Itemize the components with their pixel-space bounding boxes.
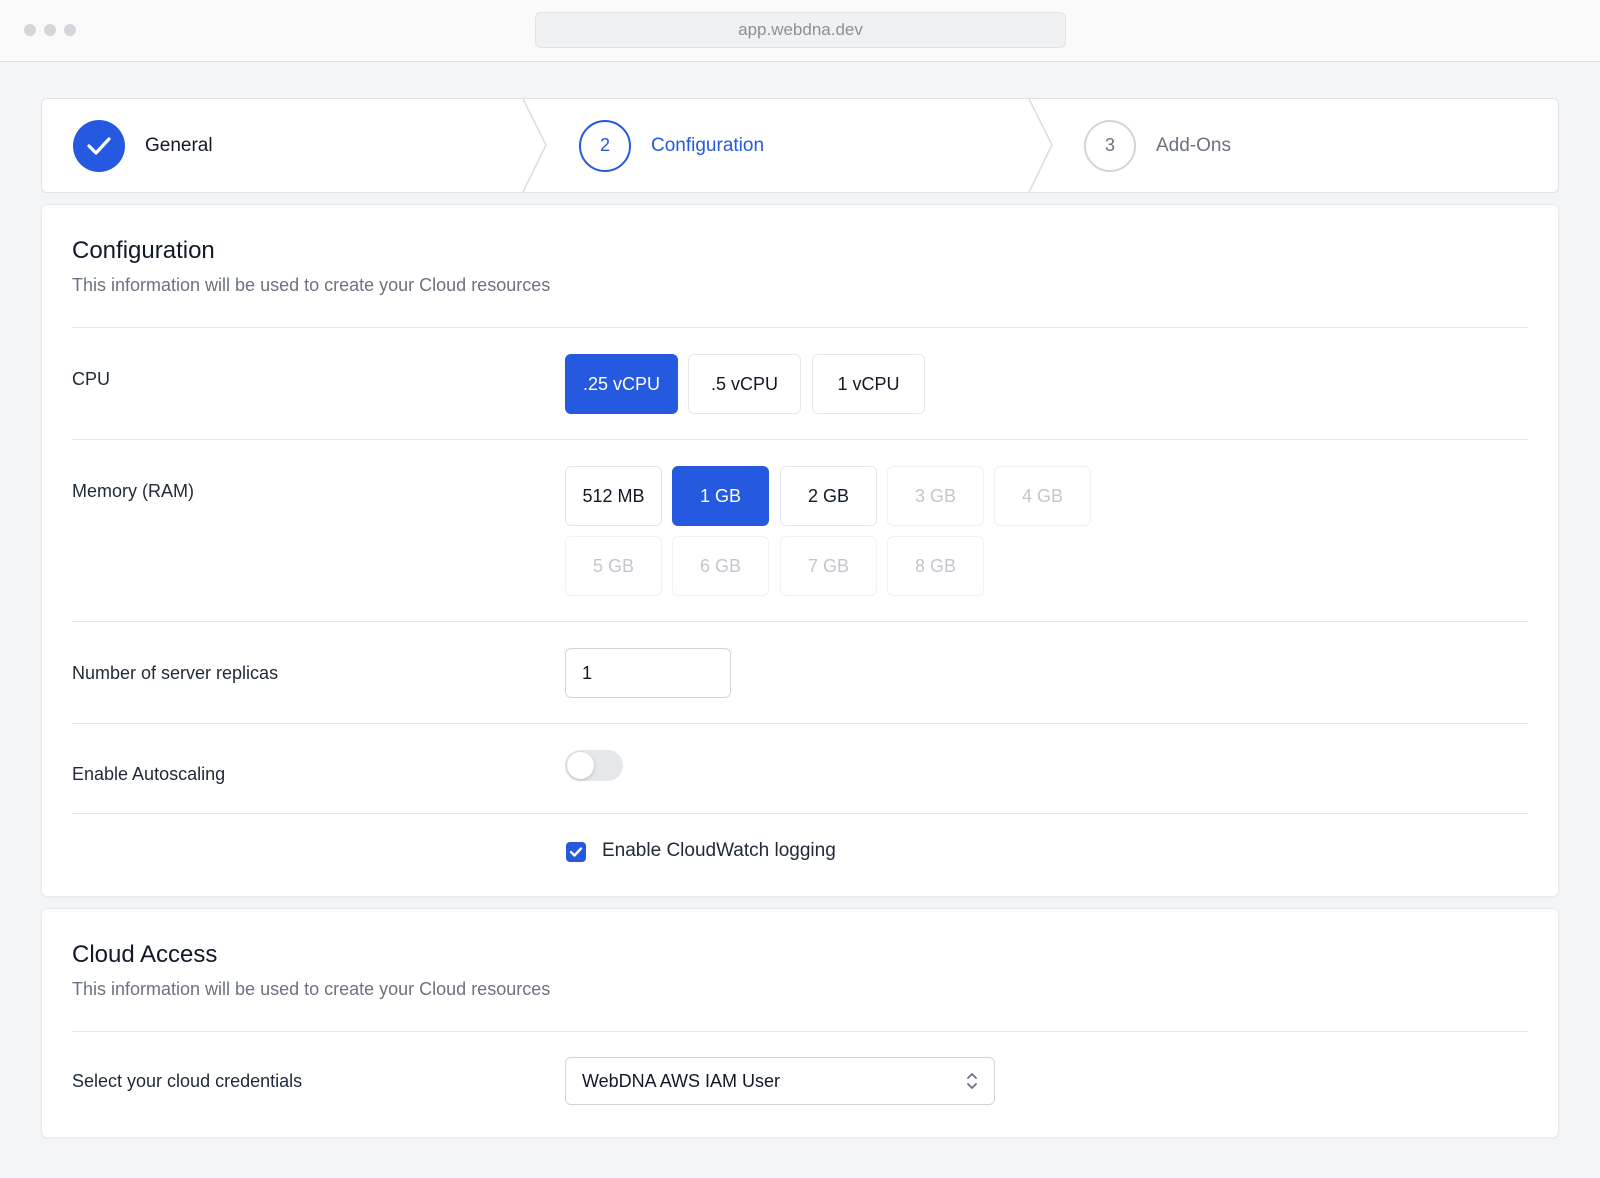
cloudwatch-checkbox[interactable]	[566, 842, 586, 862]
memory-option: 6 GB	[672, 536, 769, 596]
step-general[interactable]: General	[73, 99, 213, 192]
divider	[72, 723, 1528, 724]
step-add-ons[interactable]: 3 Add-Ons	[1084, 99, 1231, 192]
memory-option: 3 GB	[887, 466, 984, 526]
toggle-knob	[567, 752, 594, 779]
memory-option[interactable]: 1 GB	[672, 466, 769, 526]
configuration-card: Configuration This information will be u…	[41, 204, 1559, 897]
cloudwatch-label[interactable]: Enable CloudWatch logging	[602, 840, 836, 862]
maximize-window-dot[interactable]	[64, 24, 76, 36]
check-icon	[569, 847, 583, 857]
memory-option: 5 GB	[565, 536, 662, 596]
url-bar[interactable]: app.webdna.dev	[535, 12, 1066, 48]
wizard-stepper: General 2 Configuration 3 Add-Ons	[41, 98, 1559, 193]
memory-option: 4 GB	[994, 466, 1091, 526]
replicas-input[interactable]	[565, 648, 731, 698]
step-number-indicator: 3	[1084, 119, 1136, 172]
section-title: Configuration	[72, 237, 215, 264]
step-complete-indicator	[73, 119, 125, 172]
credentials-label: Select your cloud credentials	[72, 1071, 303, 1091]
memory-label: Memory (RAM)	[72, 481, 194, 501]
section-title: Cloud Access	[72, 941, 218, 968]
section-subtitle: This information will be used to create …	[72, 275, 551, 295]
cpu-label: CPU	[72, 369, 111, 389]
memory-option[interactable]: 2 GB	[780, 466, 877, 526]
step-number-indicator: 2	[579, 119, 631, 172]
step-label-add-ons: Add-Ons	[1156, 134, 1231, 156]
step-separator	[522, 99, 547, 192]
cpu-option[interactable]: 1 vCPU	[812, 354, 925, 414]
autoscaling-label: Enable Autoscaling	[72, 764, 226, 784]
window-controls	[24, 24, 76, 36]
memory-option: 8 GB	[887, 536, 984, 596]
step-configuration[interactable]: 2 Configuration	[579, 99, 764, 192]
cloud-access-card: Cloud Access This information will be us…	[41, 908, 1559, 1138]
step-separator	[1028, 99, 1053, 192]
divider	[72, 439, 1528, 440]
select-value: WebDNA AWS IAM User	[582, 1071, 781, 1091]
divider	[72, 621, 1528, 622]
cpu-option[interactable]: .25 vCPU	[565, 354, 678, 414]
close-window-dot[interactable]	[24, 24, 36, 36]
divider	[72, 1031, 1528, 1032]
credentials-select[interactable]: WebDNA AWS IAM User	[565, 1057, 995, 1105]
replicas-label: Number of server replicas	[72, 663, 279, 683]
check-icon	[87, 136, 111, 155]
step-label-general: General	[145, 134, 213, 156]
section-subtitle: This information will be used to create …	[72, 979, 551, 999]
chevron-up-down-icon	[967, 1073, 977, 1089]
memory-option: 7 GB	[780, 536, 877, 596]
autoscaling-toggle[interactable]	[565, 750, 623, 781]
divider	[72, 327, 1528, 328]
memory-option[interactable]: 512 MB	[565, 466, 662, 526]
cpu-option[interactable]: .5 vCPU	[688, 354, 801, 414]
divider	[72, 813, 1528, 814]
minimize-window-dot[interactable]	[44, 24, 56, 36]
step-label-configuration: Configuration	[651, 134, 765, 156]
browser-chrome: app.webdna.dev	[0, 0, 1600, 62]
